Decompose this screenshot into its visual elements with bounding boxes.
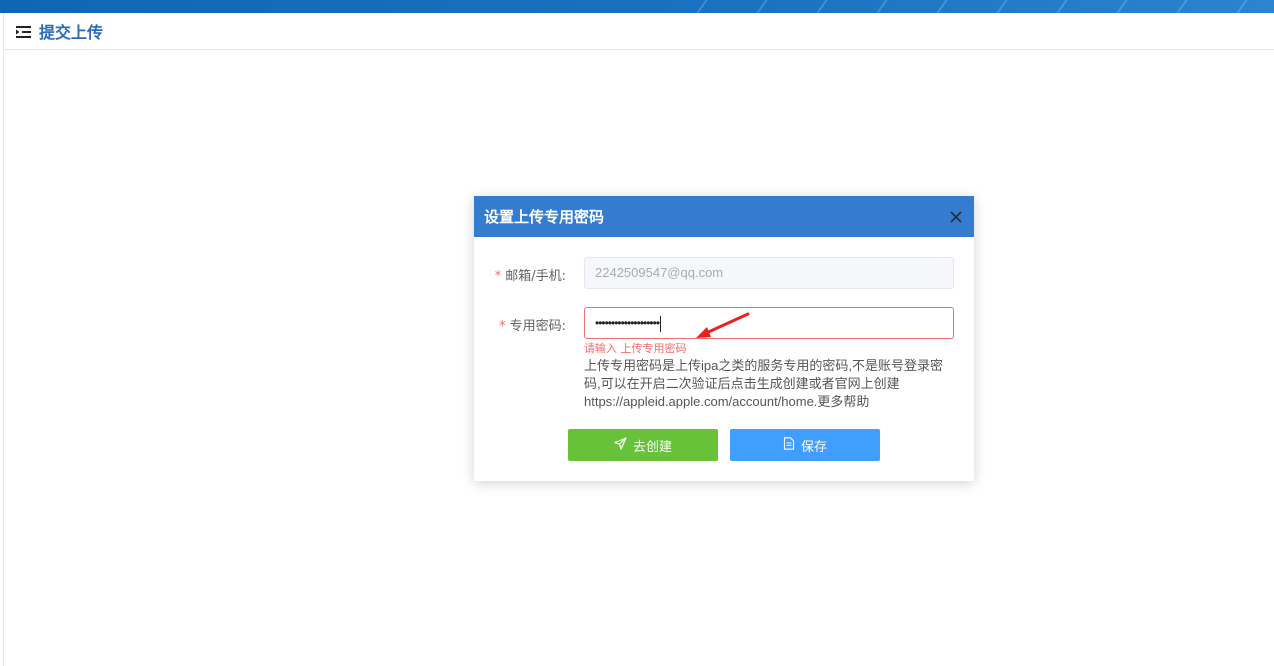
top-banner: [0, 0, 1274, 13]
password-field[interactable]: ••••••••••••••••••••: [584, 307, 954, 339]
password-label-text: 专用密码:: [509, 319, 566, 334]
help-text: 上传专用密码是上传ipa之类的服务专用的密码,不是账号登录密码,可以在开启二次验…: [584, 358, 943, 409]
create-button-label: 去创建: [632, 439, 672, 455]
save-button-label: 保存: [800, 439, 827, 455]
menu-indent-icon[interactable]: [16, 24, 32, 38]
save-button[interactable]: 保存: [730, 429, 880, 461]
page-header: 提交上传: [4, 13, 1274, 50]
send-icon: [614, 436, 627, 454]
email-label-text: 邮箱/手机:: [505, 269, 566, 284]
required-mark: *: [494, 269, 502, 284]
password-error: 请输入 上传专用密码: [584, 342, 687, 355]
annotation-arrow-icon: [696, 312, 750, 338]
create-button[interactable]: 去创建: [568, 429, 718, 461]
page-title: 提交上传: [39, 23, 104, 42]
text-caret: [660, 315, 662, 332]
password-value: ••••••••••••••••••••: [595, 316, 660, 330]
document-icon: [783, 436, 795, 454]
dialog-header: 设置上传专用密码: [474, 196, 974, 237]
password-label: * 专用密码:: [499, 315, 566, 334]
dialog-title: 设置上传专用密码: [484, 208, 605, 226]
close-icon[interactable]: [948, 209, 964, 225]
required-mark: *: [499, 319, 506, 334]
email-value: 2242509547@qq.com: [595, 265, 724, 280]
email-label: * 邮箱/手机:: [495, 265, 566, 284]
email-field[interactable]: 2242509547@qq.com: [584, 257, 954, 289]
